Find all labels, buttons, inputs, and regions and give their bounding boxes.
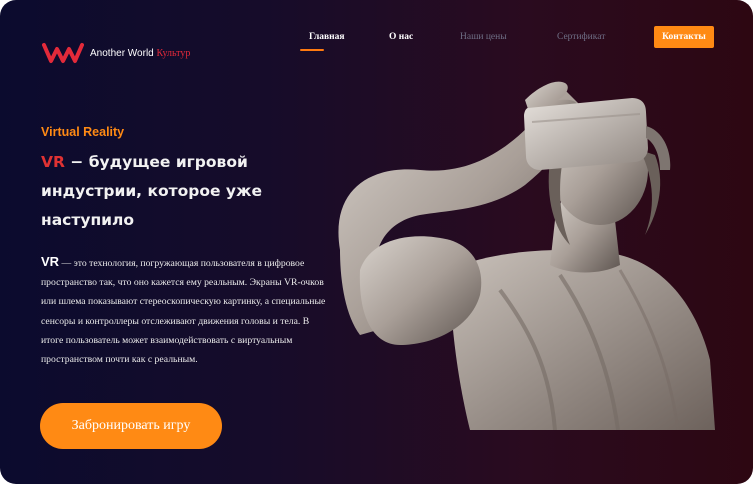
description-text: — это технология, погружающая пользовате… bbox=[41, 258, 326, 366]
nav-item-certificate[interactable]: Сертификат bbox=[557, 32, 605, 42]
headline-vr-accent: VR bbox=[41, 153, 65, 171]
contacts-button[interactable]: Контакты bbox=[654, 26, 714, 48]
nav-item-home[interactable]: Главная bbox=[309, 32, 345, 42]
brand-logo[interactable]: Another World Культур bbox=[42, 42, 190, 64]
vr-statue-image bbox=[338, 81, 715, 430]
hero-kicker: Virtual Reality bbox=[41, 125, 125, 139]
page-frame: Another World Культур Главная О нас Наши… bbox=[0, 0, 753, 484]
headline-text: − будущее игровой индустрии, которое уже… bbox=[41, 153, 262, 229]
hero-description: VR — это технология, погружающая пользов… bbox=[41, 252, 331, 369]
nav-item-about[interactable]: О нас bbox=[389, 32, 413, 42]
nav-item-prices[interactable]: Наши цены bbox=[460, 32, 507, 42]
book-game-button[interactable]: Забронировать игру bbox=[40, 403, 222, 449]
w-wave-logo-icon bbox=[42, 43, 84, 63]
hero-headline: VR − будущее игровой индустрии, которое … bbox=[41, 148, 301, 235]
nav-active-indicator bbox=[300, 49, 324, 51]
brand-name: Another World Культур bbox=[90, 47, 191, 59]
description-vr-accent: VR bbox=[41, 254, 60, 269]
